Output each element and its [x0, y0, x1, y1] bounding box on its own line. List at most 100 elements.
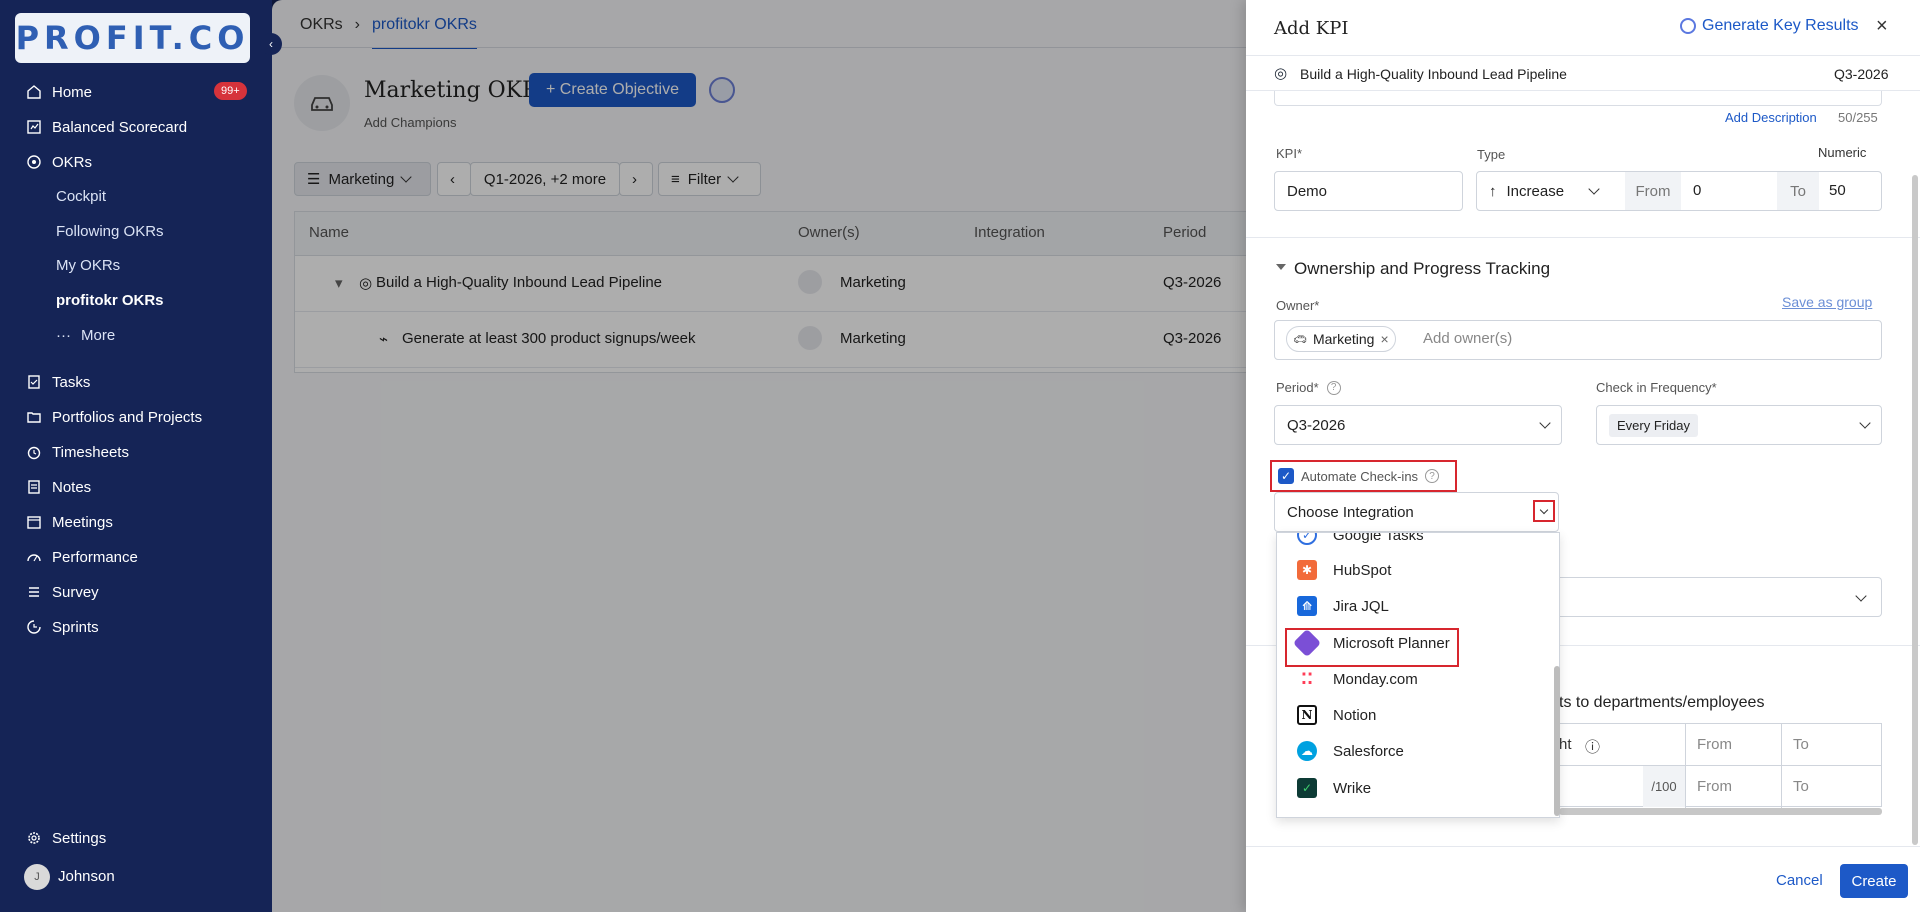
sidebar-item-survey[interactable]: Survey [26, 580, 99, 604]
integration-dropdown-list: ✓ Google Tasks ✱ HubSpot ⟰ Jira JQL Micr… [1276, 532, 1560, 818]
section-divider [1246, 237, 1920, 238]
integration-option-wrike[interactable]: ✓ Wrike [1277, 770, 1547, 806]
remove-owner-icon[interactable]: × [1380, 331, 1388, 347]
option-label: Notion [1333, 706, 1377, 724]
owner-chip-label: Marketing [1312, 331, 1375, 347]
sidebar-item-sprints[interactable]: Sprints [26, 615, 99, 639]
sidebar-item-timesheets[interactable]: Timesheets [26, 440, 129, 464]
integration-option-hubspot[interactable]: ✱ HubSpot [1277, 552, 1547, 588]
drawer-title: Add KPI [1274, 18, 1349, 39]
grid-divider [1547, 765, 1881, 766]
scorecard-icon [26, 119, 42, 135]
avatar[interactable]: J [24, 864, 50, 890]
sidebar-item-okrs[interactable]: OKRs [26, 150, 92, 174]
monday-icon: ⁚⁚ [1297, 669, 1317, 689]
sidebar-item-label: Survey [52, 583, 99, 601]
from-label: From [1625, 172, 1681, 210]
chevron-down-icon [1539, 505, 1549, 514]
footer-divider [1246, 846, 1920, 847]
type-select[interactable]: ↑ Increase [1477, 172, 1625, 210]
sidebar-subitem-cockpit[interactable]: Cockpit [56, 188, 106, 205]
help-icon[interactable]: ? [1425, 469, 1440, 483]
sidebar-item-settings[interactable]: Settings [26, 826, 106, 850]
parent-objective: ◎ Build a High-Quality Inbound Lead Pipe… [1246, 55, 1920, 91]
weight-suffix: /100 [1643, 766, 1685, 807]
horizontal-scrollbar[interactable] [1559, 808, 1882, 815]
frequency-label: Check in Frequency* [1596, 380, 1717, 395]
sidebar-item-label: Timesheets [52, 443, 129, 461]
sidebar-item-performance[interactable]: Performance [26, 545, 138, 569]
period-value: Q3-2026 [1287, 416, 1346, 434]
notes-icon [26, 479, 42, 495]
sidebar-subitem-following[interactable]: Following OKRs [56, 223, 164, 240]
integration-option-salesforce[interactable]: ☁ Salesforce [1277, 733, 1547, 769]
notion-icon: N [1297, 705, 1317, 725]
option-label: Jira JQL [1333, 597, 1389, 615]
to-label: To [1777, 172, 1819, 210]
integration-option-notion[interactable]: N Notion [1277, 697, 1547, 733]
close-icon[interactable]: × [1876, 15, 1888, 38]
section-title[interactable]: Ownership and Progress Tracking [1294, 259, 1550, 279]
create-button[interactable]: Create [1840, 864, 1908, 898]
generate-key-results-button[interactable]: Generate Key Results [1680, 17, 1859, 35]
sprint-icon [26, 619, 42, 635]
sidebar-item-portfolios[interactable]: Portfolios and Projects [26, 405, 202, 429]
kpi-name-field[interactable] [1274, 91, 1882, 106]
jira-icon: ⟰ [1297, 596, 1317, 616]
sidebar-item-label: Tasks [52, 373, 91, 391]
owner-label: Owner* [1276, 298, 1320, 313]
integration-option-google-tasks[interactable]: ✓ Google Tasks [1277, 532, 1547, 553]
save-as-group-link[interactable]: Save as group [1782, 294, 1872, 310]
dropdown-scrollbar[interactable] [1554, 666, 1560, 816]
sidebar-item-label: OKRs [52, 153, 93, 171]
vertical-scrollbar[interactable] [1912, 175, 1918, 845]
automate-label: Automate Check-ins [1301, 468, 1419, 484]
sidebar-collapse-button[interactable]: ‹ [260, 33, 282, 55]
integration-dropdown-toggle[interactable] [1533, 500, 1555, 522]
hubspot-icon: ✱ [1297, 560, 1317, 580]
sidebar-subitem-more[interactable]: ··· More [56, 327, 115, 344]
sidebar-subitem-profitokr[interactable]: profitokr OKRs [56, 292, 164, 309]
objective-target-icon: ◎ [1274, 65, 1288, 82]
type-label: Type [1477, 147, 1506, 162]
frequency-select[interactable]: Every Friday [1596, 405, 1882, 445]
sidebar-item-balanced-scorecard[interactable]: Balanced Scorecard [26, 115, 187, 139]
integration-option-jira[interactable]: ⟰ Jira JQL [1277, 588, 1547, 624]
parent-objective-period: Q3-2026 [1834, 66, 1889, 82]
survey-icon [26, 584, 42, 600]
collapse-caret-icon[interactable] [1276, 264, 1286, 270]
checkbox-checked-icon: ✓ [1278, 468, 1294, 484]
from-input[interactable]: From [1697, 778, 1732, 795]
choose-integration-select[interactable]: Choose Integration [1274, 492, 1559, 532]
info-icon[interactable]: ⓘ [1585, 736, 1600, 757]
logo[interactable]: PROFIT.CO [15, 13, 250, 63]
weight-header: ht [1559, 736, 1572, 753]
cancel-button[interactable]: Cancel [1776, 872, 1823, 889]
option-label: Google Tasks [1333, 532, 1424, 544]
add-description-link[interactable]: Add Description [1725, 110, 1817, 125]
home-icon [26, 84, 42, 100]
salesforce-icon: ☁ [1297, 741, 1317, 761]
partial-select-field[interactable] [1559, 577, 1882, 617]
option-label: Salesforce [1333, 742, 1404, 760]
sidebar-item-home[interactable]: Home [26, 80, 92, 104]
help-icon[interactable]: ? [1326, 380, 1341, 395]
numeric-toggle[interactable]: Numeric [1818, 145, 1866, 160]
from-input[interactable]: 0 [1693, 182, 1701, 199]
sidebar-item-tasks[interactable]: Tasks [26, 370, 90, 394]
google-tasks-icon: ✓ [1297, 533, 1317, 545]
user-name[interactable]: Johnson [58, 864, 115, 888]
automate-checkins-checkbox[interactable]: ✓ Automate Check-ins ? [1270, 460, 1457, 492]
sidebar-item-meetings[interactable]: Meetings [26, 510, 113, 534]
from-header: From [1697, 736, 1732, 753]
to-input[interactable]: 50 [1829, 182, 1846, 199]
sidebar-subitem-my-okrs[interactable]: My OKRs [56, 257, 120, 274]
frequency-chip: Every Friday [1609, 413, 1698, 437]
to-input[interactable]: To [1793, 778, 1809, 795]
period-select[interactable]: Q3-2026 [1274, 405, 1562, 445]
kpi-input[interactable]: Demo [1274, 171, 1463, 211]
calendar-icon [26, 514, 42, 530]
choose-integration-label: Choose Integration [1287, 503, 1414, 521]
sidebar-item-label: Performance [52, 548, 138, 566]
sidebar-item-notes[interactable]: Notes [26, 475, 91, 499]
